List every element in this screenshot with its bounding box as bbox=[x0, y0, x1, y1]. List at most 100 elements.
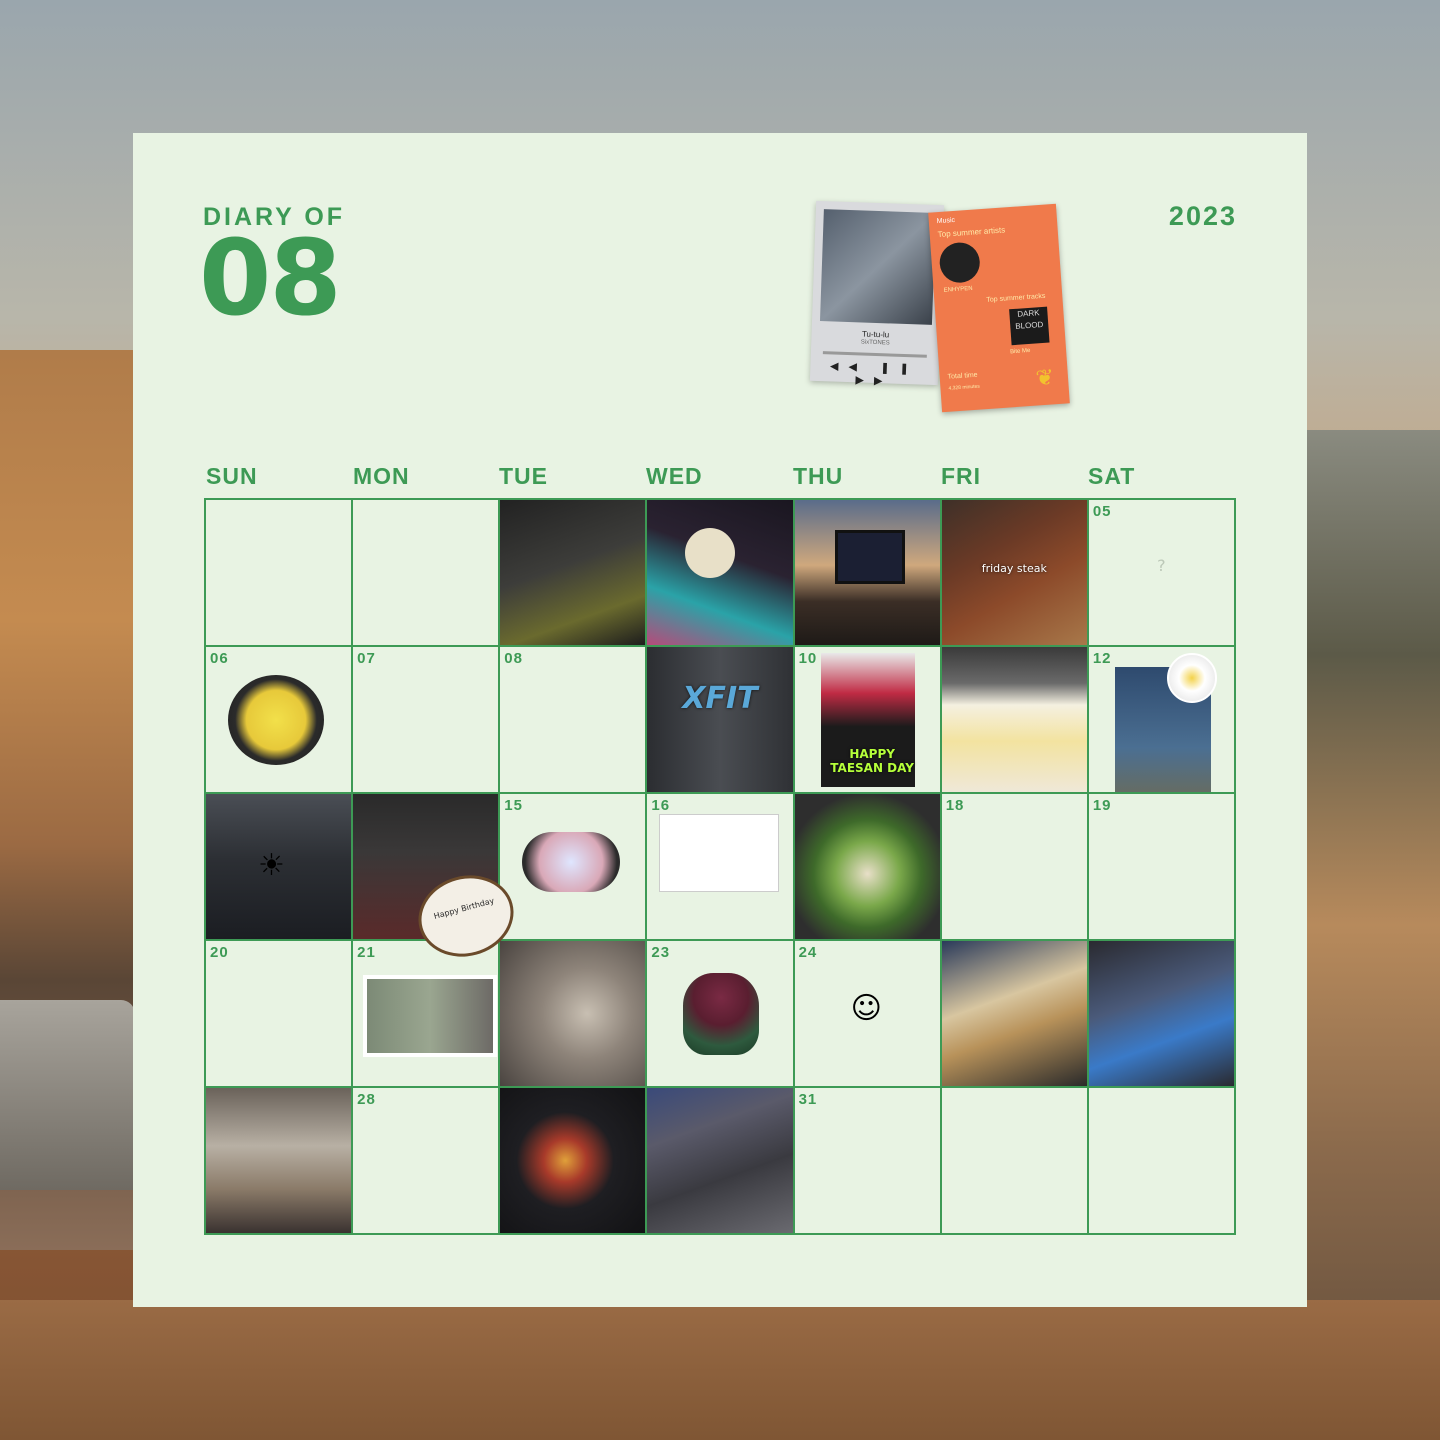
sun-emoji-icon: ☀ bbox=[258, 848, 285, 883]
weekday-thu: THU bbox=[793, 463, 844, 489]
day-cell-empty bbox=[206, 500, 354, 647]
day-cell-30[interactable] bbox=[647, 1088, 795, 1235]
day-cell-06[interactable]: 06 bbox=[206, 647, 354, 794]
day-number: 31 bbox=[798, 1091, 818, 1108]
day-cell-28[interactable]: 28 bbox=[353, 1088, 501, 1235]
day-cell-27[interactable] bbox=[206, 1088, 354, 1235]
xfit-logo: XFIT bbox=[682, 681, 758, 716]
weekday-fri: FRI bbox=[941, 463, 982, 489]
day-cell-10[interactable]: 10 HAPPY TAESAN DAY bbox=[794, 647, 942, 794]
friday-steak-caption: friday steak bbox=[981, 562, 1047, 575]
photo-mall-interior bbox=[500, 941, 646, 1086]
day-cell-15[interactable]: 15 Happy Birthday bbox=[409, 794, 648, 968]
total-time-label: Total time bbox=[947, 371, 978, 381]
month-number: 08 bbox=[199, 217, 342, 339]
day-number: 08 bbox=[504, 650, 523, 667]
day-cell-12[interactable]: 12 bbox=[1088, 647, 1236, 794]
day-number: 12 bbox=[1092, 650, 1112, 667]
day-cell-04[interactable]: friday steak bbox=[941, 500, 1089, 647]
day-cell-empty bbox=[1088, 1088, 1236, 1235]
day-cell-08[interactable]: 08 bbox=[500, 647, 648, 794]
progress-bar bbox=[822, 351, 927, 358]
calendar-grid: friday steak 05 ? 06 07 08 XFIT 10 HAPPY… bbox=[204, 498, 1236, 1235]
day-number: 21 bbox=[357, 944, 376, 961]
question-mark: ? bbox=[1157, 556, 1166, 575]
day-number: 16 bbox=[651, 797, 671, 814]
day-cell-01[interactable] bbox=[500, 500, 648, 647]
photo-gym-wall bbox=[647, 647, 793, 792]
plush-toys-sticker bbox=[522, 832, 621, 892]
day-cell-25[interactable] bbox=[941, 941, 1089, 1088]
total-time-value: 4,328 minutes bbox=[948, 383, 981, 392]
day-number: 05 bbox=[1092, 503, 1112, 520]
photo-eggs-plate bbox=[941, 647, 1087, 792]
photo-salad bbox=[794, 794, 940, 939]
tablet-screen-sticker bbox=[834, 530, 905, 584]
day-cell-13[interactable]: ☀ bbox=[206, 794, 354, 941]
weekday-mon: MON bbox=[353, 463, 410, 489]
album-dark-blood: DARK BLOOD bbox=[1009, 306, 1050, 346]
track-name: Bite Me bbox=[1009, 347, 1031, 356]
playback-controls: ◀◀ ❚❚ ▶▶ bbox=[829, 359, 920, 388]
day-cell-22[interactable] bbox=[500, 941, 648, 1088]
top-artist-photo bbox=[938, 241, 982, 286]
day-number: 24 bbox=[798, 944, 818, 961]
day-cell-24[interactable]: 24 ☺ bbox=[794, 941, 942, 1088]
day-number: 18 bbox=[945, 797, 965, 814]
weekday-header: SUN MON TUE WED THU FRI SAT bbox=[205, 463, 1235, 493]
day-number: 07 bbox=[357, 650, 376, 667]
party-face-emoji-icon: ☺ bbox=[850, 991, 882, 1026]
calendar-sheet: DIARY OF 08 2023 Tu-tu-lu SixTONES ◀◀ ❚❚… bbox=[133, 133, 1307, 1307]
music-player-screenshot: Tu-tu-lu SixTONES ◀◀ ❚❚ ▶▶ bbox=[809, 200, 945, 388]
scrambled-eggs-pan-sticker bbox=[228, 675, 324, 765]
day-number: 10 bbox=[798, 650, 818, 667]
day-number: 06 bbox=[210, 650, 229, 667]
day-cell-05[interactable]: 05 ? bbox=[1088, 500, 1236, 647]
weekday-sun: SUN bbox=[206, 463, 258, 489]
background-truck bbox=[0, 1000, 135, 1190]
photo-sandwich-box bbox=[206, 1088, 352, 1233]
top-tracks-label: Top summer tracks bbox=[986, 292, 1046, 304]
day-cell-03[interactable] bbox=[794, 500, 942, 647]
photo-ice-cream-cones bbox=[941, 941, 1087, 1086]
calendar-screenshot-sticker bbox=[659, 814, 780, 892]
weekday-wed: WED bbox=[646, 463, 703, 489]
year-label: 2023 bbox=[1168, 201, 1237, 231]
weekday-tue: TUE bbox=[499, 463, 548, 489]
taesan-day-text: HAPPY TAESAN DAY bbox=[830, 747, 914, 775]
photo-collage-sticker bbox=[363, 975, 498, 1057]
background-palm-trees bbox=[1305, 430, 1440, 1330]
leaf-doodle-icon: ❦ bbox=[1034, 364, 1055, 391]
day-cell-23[interactable]: 23 bbox=[647, 941, 795, 1088]
day-cell-02[interactable] bbox=[647, 500, 795, 647]
egg-circle-sticker bbox=[1166, 653, 1217, 703]
photo-tablet-dark bbox=[500, 1088, 646, 1233]
day-cell-empty bbox=[353, 500, 501, 647]
day-cell-29[interactable] bbox=[500, 1088, 648, 1235]
day-cell-18[interactable]: 18 bbox=[941, 794, 1089, 941]
day-number: 28 bbox=[357, 1091, 376, 1108]
day-cell-31[interactable]: 31 bbox=[794, 1088, 942, 1235]
day-cell-11[interactable] bbox=[941, 647, 1089, 794]
day-cell-20[interactable]: 20 bbox=[206, 941, 354, 1088]
photo-night-drive bbox=[500, 500, 646, 645]
music-collage: Tu-tu-lu SixTONES ◀◀ ❚❚ ▶▶ Music Top sum… bbox=[809, 198, 1133, 498]
day-cell-17[interactable] bbox=[794, 794, 942, 941]
day-cell-empty bbox=[941, 1088, 1089, 1235]
photo-gym-machine bbox=[647, 1088, 793, 1233]
day-number: 20 bbox=[210, 944, 229, 961]
top-artist-name: ENHYPEN bbox=[943, 285, 973, 294]
album-cover bbox=[819, 209, 936, 325]
weekday-sat: SAT bbox=[1088, 463, 1136, 489]
day-cell-16[interactable]: 16 bbox=[647, 794, 795, 941]
day-cell-21[interactable]: 21 bbox=[353, 941, 501, 1088]
day-cell-19[interactable]: 19 bbox=[1088, 794, 1236, 941]
day-cell-07[interactable]: 07 bbox=[353, 647, 501, 794]
day-cell-09[interactable]: XFIT bbox=[647, 647, 795, 794]
day-number: 15 bbox=[504, 797, 523, 814]
photo-treadmill-screen bbox=[1088, 941, 1234, 1086]
music-stats-card: Music Top summer artists ENHYPEN Top sum… bbox=[928, 203, 1070, 413]
drink-cup-sticker bbox=[683, 973, 760, 1055]
stats-brand: Music bbox=[936, 216, 956, 226]
day-cell-26[interactable] bbox=[1088, 941, 1236, 1088]
